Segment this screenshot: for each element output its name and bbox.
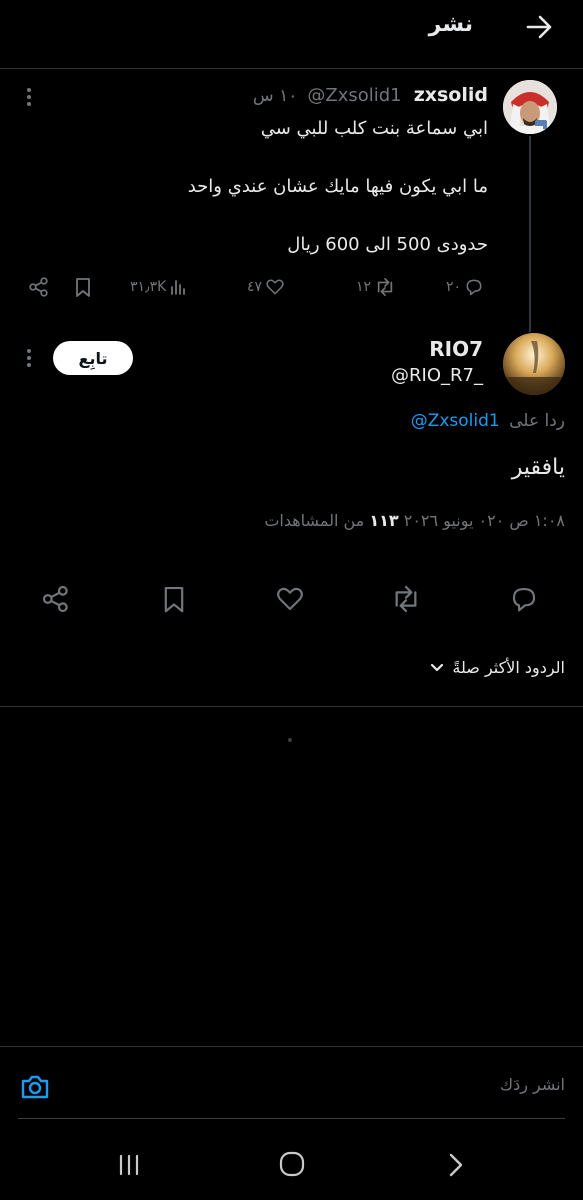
- main-tweet: RIO7 @RIO_R7_ تابِع ردا على @Zxsolid1 يا…: [0, 325, 583, 705]
- tweet-text: يافقير: [511, 455, 565, 480]
- avatar[interactable]: [503, 333, 565, 395]
- home-icon[interactable]: [278, 1150, 306, 1178]
- follow-button[interactable]: تابِع: [53, 341, 133, 375]
- reply-action[interactable]: ٢٠: [446, 276, 484, 298]
- reply-sort-label: الردود الأكثر صلةً: [452, 658, 565, 677]
- views-count: ١١٣: [369, 511, 399, 530]
- tweet-text-line-3: حدودى 500 الى 600 ريال: [287, 234, 488, 255]
- parent-tweet[interactable]: zxsolid @Zxsolid1 ١٠ س ابي سماعة بنت كلب…: [0, 70, 583, 332]
- reply-composer[interactable]: انشر ردَك: [0, 1047, 583, 1117]
- reply-sort-selector[interactable]: الردود الأكثر صلةً: [430, 658, 565, 677]
- views-label: من المشاهدات: [264, 511, 365, 530]
- handle[interactable]: @Zxsolid1: [307, 85, 401, 106]
- retweet-icon: [374, 277, 396, 297]
- back-arrow-icon[interactable]: [524, 12, 554, 42]
- follow-button-label: تابِع: [78, 348, 108, 368]
- tweet-text-line-2: ما ابي يكون فيها مايك عشان عندي واحد: [187, 176, 488, 197]
- system-nav-bar: [0, 1130, 583, 1200]
- like-action[interactable]: ٤٧: [247, 276, 285, 298]
- back-icon[interactable]: [444, 1151, 468, 1179]
- avatar[interactable]: [503, 80, 557, 134]
- tweet-header: zxsolid @Zxsolid1 ١٠ س: [253, 84, 488, 106]
- reply-icon[interactable]: [509, 584, 539, 614]
- recent-apps-icon[interactable]: [116, 1152, 142, 1178]
- timestamp: ١:٠٨ ص ٠٢٠ يونيو ٢٠٢٦: [398, 511, 565, 530]
- composer-underline: [18, 1118, 565, 1119]
- more-options-icon[interactable]: [22, 86, 36, 108]
- bookmark-icon[interactable]: [159, 584, 189, 614]
- page-title: نشر: [428, 12, 473, 37]
- tweet-text-line-1: ابي سماعة بنت كلب للبي سي: [260, 118, 488, 139]
- views-count: ٣١٫٣K: [130, 279, 167, 295]
- reply-context: ردا على @Zxsolid1: [411, 411, 565, 431]
- retweet-icon[interactable]: [390, 584, 422, 614]
- chevron-down-icon: [430, 661, 444, 675]
- views-bar-chart-icon: [169, 278, 187, 296]
- camera-icon[interactable]: [20, 1073, 50, 1101]
- loading-indicator: [288, 738, 292, 742]
- reply-count: ٢٠: [446, 279, 462, 295]
- reply-icon: [464, 277, 484, 297]
- handle[interactable]: @RIO_R7_: [391, 365, 483, 386]
- retweet-action[interactable]: ١٢: [356, 276, 396, 298]
- reply-input[interactable]: انشر ردَك: [500, 1075, 565, 1094]
- reply-prefix: ردا على: [509, 411, 565, 431]
- thread-line: [529, 136, 531, 332]
- display-name[interactable]: zxsolid: [414, 84, 488, 106]
- tweet-meta: ١:٠٨ ص ٠٢٠ يونيو ٢٠٢٦ ١١٣ من المشاهدات: [264, 511, 565, 530]
- reply-to-mention[interactable]: @Zxsolid1: [411, 411, 500, 431]
- like-count: ٤٧: [247, 279, 263, 295]
- share-icon[interactable]: [41, 584, 71, 614]
- bookmark-icon[interactable]: [72, 276, 94, 298]
- timestamp: ١٠ س: [252, 86, 298, 106]
- share-icon[interactable]: [28, 276, 50, 298]
- views-action[interactable]: ٣١٫٣K: [130, 276, 187, 298]
- retweet-count: ١٢: [356, 279, 372, 295]
- display-name[interactable]: RIO7: [429, 337, 483, 361]
- more-options-icon[interactable]: [22, 347, 36, 369]
- header: نشر: [0, 0, 583, 62]
- heart-icon[interactable]: [275, 584, 305, 614]
- heart-icon: [265, 277, 285, 297]
